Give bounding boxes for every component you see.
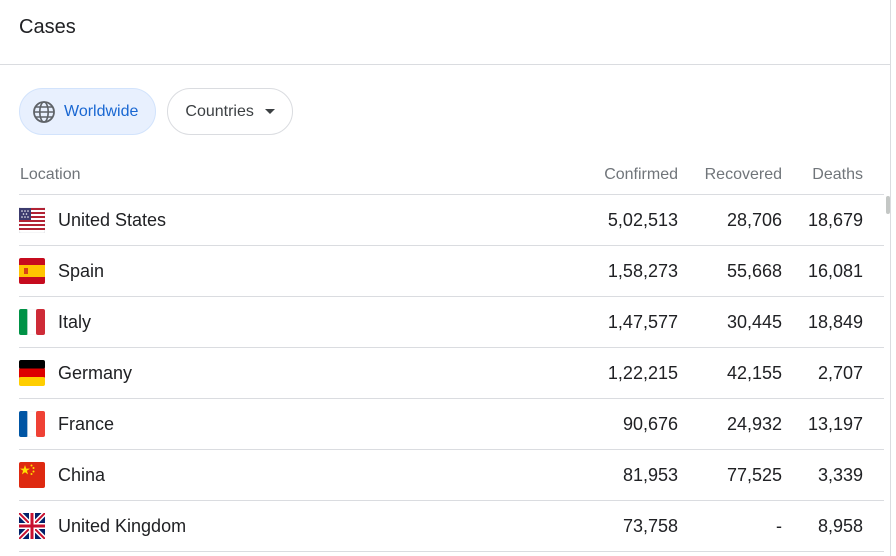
location-name: Italy: [58, 312, 92, 332]
france-flag-icon: [19, 411, 45, 437]
header-location[interactable]: Location: [20, 166, 81, 184]
location-name: Spain: [58, 261, 105, 281]
deaths-value: 13,197: [807, 414, 863, 434]
globe-icon: [33, 100, 55, 123]
cases-table: Location Confirmed Recovered Deaths Unit…: [19, 156, 884, 552]
scrollbar-thumb[interactable]: [886, 196, 890, 214]
recovered-value: 24,932: [726, 414, 782, 434]
deaths-value: 8,958: [817, 516, 863, 536]
confirmed-value: 1,22,215: [607, 363, 678, 383]
table-row[interactable]: Italy 1,47,577 30,445 18,849: [19, 297, 884, 348]
table-row[interactable]: Germany 1,22,215 42,155 2,707: [19, 348, 884, 399]
table-header: Location Confirmed Recovered Deaths: [19, 156, 884, 195]
italy-flag-icon: [19, 309, 45, 335]
panel-title: Cases: [19, 16, 76, 38]
spain-flag-icon: [19, 258, 45, 284]
location-name: China: [58, 465, 106, 485]
confirmed-value: 5,02,513: [607, 210, 678, 230]
recovered-value: 55,668: [726, 261, 782, 281]
location-name: Germany: [58, 363, 133, 383]
countries-label: Countries: [185, 102, 254, 120]
worldwide-chip[interactable]: Worldwide: [19, 88, 157, 135]
uk-flag-icon: [19, 513, 45, 539]
china-flag-icon: [19, 462, 45, 488]
germany-flag-icon: [19, 360, 45, 386]
recovered-value: 42,155: [726, 363, 782, 383]
caret-down-icon: [264, 109, 275, 114]
deaths-value: 18,849: [807, 312, 863, 332]
cases-panel: Cases Worldwide Countries Location Confi…: [0, 0, 891, 556]
deaths-value: 3,339: [817, 465, 863, 485]
us-flag-icon: [19, 207, 45, 233]
header-recovered[interactable]: Recovered: [705, 166, 782, 184]
location-name: France: [58, 414, 115, 434]
table-row[interactable]: United Kingdom 73,758 - 8,958: [19, 501, 884, 552]
deaths-value: 18,679: [807, 210, 863, 230]
panel-header: Cases: [0, 0, 890, 65]
table-row[interactable]: United States 5,02,513 28,706 18,679: [19, 195, 884, 246]
confirmed-value: 1,47,577: [607, 312, 678, 332]
countries-dropdown[interactable]: Countries: [167, 88, 293, 135]
deaths-value: 16,081: [807, 261, 863, 281]
table-row[interactable]: France 90,676 24,932 13,197: [19, 399, 884, 450]
table-row[interactable]: Spain 1,58,273 55,668 16,081: [19, 246, 884, 297]
confirmed-value: 1,58,273: [607, 261, 678, 281]
confirmed-value: 81,953: [622, 465, 678, 485]
filter-chips: Worldwide Countries: [19, 88, 293, 137]
worldwide-label: Worldwide: [64, 102, 139, 120]
header-confirmed[interactable]: Confirmed: [604, 166, 678, 184]
location-name: United States: [58, 210, 167, 230]
confirmed-value: 90,676: [622, 414, 678, 434]
recovered-value: 28,706: [726, 210, 782, 230]
recovered-value: 30,445: [726, 312, 782, 332]
recovered-value: -: [776, 516, 782, 536]
confirmed-value: 73,758: [622, 516, 678, 536]
deaths-value: 2,707: [817, 363, 863, 383]
location-name: United Kingdom: [58, 516, 187, 536]
header-deaths[interactable]: Deaths: [812, 166, 863, 184]
recovered-value: 77,525: [726, 465, 782, 485]
table-row[interactable]: China 81,953 77,525 3,339: [19, 450, 884, 501]
